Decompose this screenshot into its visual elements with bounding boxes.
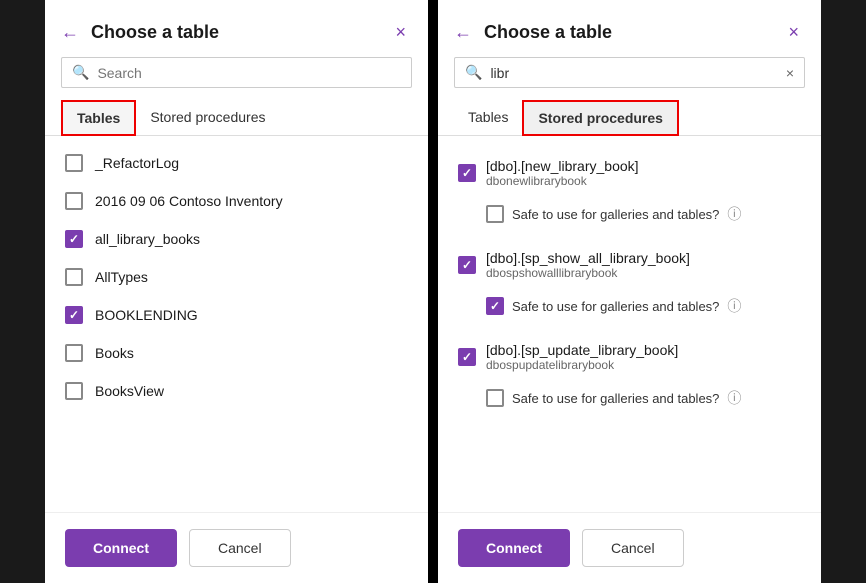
left-footer: Connect Cancel xyxy=(45,512,428,583)
item-label: _RefactorLog xyxy=(95,155,179,171)
search-icon-right: 🔍 xyxy=(465,64,482,81)
cancel-button-left[interactable]: Cancel xyxy=(189,529,291,567)
item-label: Books xyxy=(95,345,134,361)
checkbox-3[interactable] xyxy=(65,268,83,286)
sp-checkbox-0[interactable]: ✓ xyxy=(458,164,476,182)
info-icon-1[interactable]: ⓘ xyxy=(727,296,741,316)
sp-main-1[interactable]: ✓ [dbo].[sp_show_all_library_book] dbosp… xyxy=(458,244,801,286)
item-label: AllTypes xyxy=(95,269,148,285)
close-button-left[interactable]: × xyxy=(389,20,412,45)
right-items-list: ✓ [dbo].[new_library_book] dbonewlibrary… xyxy=(438,136,821,512)
right-footer: Connect Cancel xyxy=(438,512,821,583)
sp-sub-0: dbonewlibrarybook xyxy=(486,174,639,188)
list-item[interactable]: Books xyxy=(45,334,428,372)
checkmark: ✓ xyxy=(462,258,472,272)
sp-safe-checkbox-1[interactable]: ✓ xyxy=(486,297,504,315)
left-panel: ← Choose a table × 🔍 Tables Stored proce… xyxy=(45,0,428,583)
sp-item: ✓ [dbo].[new_library_book] dbonewlibrary… xyxy=(438,144,821,236)
sp-safe-checkbox-0[interactable] xyxy=(486,205,504,223)
sp-name-2: [dbo].[sp_update_library_book] xyxy=(486,342,678,358)
sp-item: ✓ [dbo].[sp_show_all_library_book] dbosp… xyxy=(438,236,821,328)
sp-safe-2: Safe to use for galleries and tables? ⓘ xyxy=(486,384,801,412)
sp-name-1: [dbo].[sp_show_all_library_book] xyxy=(486,250,690,266)
checkbox-0[interactable] xyxy=(65,154,83,172)
right-panel: ← Choose a table × 🔍 × Tables Stored pro… xyxy=(438,0,821,583)
checkbox-5[interactable] xyxy=(65,344,83,362)
right-search-box: 🔍 × xyxy=(454,57,805,88)
sp-checkbox-2[interactable]: ✓ xyxy=(458,348,476,366)
sp-safe-label-0: Safe to use for galleries and tables? xyxy=(512,207,719,222)
sp-item: ✓ [dbo].[sp_update_library_book] dbospup… xyxy=(438,328,821,420)
checkmark: ✓ xyxy=(462,166,472,180)
tab-stored-left[interactable]: Stored procedures xyxy=(136,100,279,136)
back-arrow-right[interactable]: ← xyxy=(454,22,472,43)
left-items-list: _RefactorLog 2016 09 06 Contoso Inventor… xyxy=(45,136,428,512)
info-icon-0[interactable]: ⓘ xyxy=(727,204,741,224)
close-button-right[interactable]: × xyxy=(782,20,805,45)
tab-stored-right[interactable]: Stored procedures xyxy=(522,100,678,136)
checkbox-1[interactable] xyxy=(65,192,83,210)
list-item[interactable]: _RefactorLog xyxy=(45,144,428,182)
checkmark: ✓ xyxy=(69,232,79,246)
left-panel-header: ← Choose a table × xyxy=(45,0,428,57)
left-panel-title: Choose a table xyxy=(91,22,381,43)
search-input-left[interactable] xyxy=(97,65,401,81)
item-label: BOOKLENDING xyxy=(95,307,198,323)
sp-checkbox-1[interactable]: ✓ xyxy=(458,256,476,274)
right-panel-header: ← Choose a table × xyxy=(438,0,821,57)
clear-search-button[interactable]: × xyxy=(786,65,794,81)
item-label: BooksView xyxy=(95,383,164,399)
info-icon-2[interactable]: ⓘ xyxy=(727,388,741,408)
search-icon-left: 🔍 xyxy=(72,64,89,81)
sp-safe-0: Safe to use for galleries and tables? ⓘ xyxy=(486,200,801,228)
tab-tables-left[interactable]: Tables xyxy=(61,100,136,136)
search-input-right[interactable] xyxy=(490,65,777,81)
connect-button-right[interactable]: Connect xyxy=(458,529,570,567)
checkmark: ✓ xyxy=(490,299,500,313)
checkbox-6[interactable] xyxy=(65,382,83,400)
back-arrow-left[interactable]: ← xyxy=(61,22,79,43)
sp-main-2[interactable]: ✓ [dbo].[sp_update_library_book] dbospup… xyxy=(458,336,801,378)
sp-sub-2: dbospupdatelibrarybook xyxy=(486,358,678,372)
sp-main-0[interactable]: ✓ [dbo].[new_library_book] dbonewlibrary… xyxy=(458,152,801,194)
left-search-box: 🔍 xyxy=(61,57,412,88)
list-item[interactable]: 2016 09 06 Contoso Inventory xyxy=(45,182,428,220)
sp-safe-checkbox-2[interactable] xyxy=(486,389,504,407)
sp-name-0: [dbo].[new_library_book] xyxy=(486,158,639,174)
item-label: all_library_books xyxy=(95,231,200,247)
sp-safe-1: ✓ Safe to use for galleries and tables? … xyxy=(486,292,801,320)
sp-safe-label-2: Safe to use for galleries and tables? xyxy=(512,391,719,406)
tab-tables-right[interactable]: Tables xyxy=(454,100,522,136)
checkbox-2[interactable]: ✓ xyxy=(65,230,83,248)
cancel-button-right[interactable]: Cancel xyxy=(582,529,684,567)
right-tabs: Tables Stored procedures xyxy=(438,100,821,136)
sp-safe-label-1: Safe to use for galleries and tables? xyxy=(512,299,719,314)
list-item[interactable]: BooksView xyxy=(45,372,428,410)
sp-sub-1: dbospshowalllibrarybook xyxy=(486,266,690,280)
list-item[interactable]: ✓ BOOKLENDING xyxy=(45,296,428,334)
item-label: 2016 09 06 Contoso Inventory xyxy=(95,193,283,209)
right-panel-title: Choose a table xyxy=(484,22,774,43)
connect-button-left[interactable]: Connect xyxy=(65,529,177,567)
list-item[interactable]: ✓ all_library_books xyxy=(45,220,428,258)
list-item[interactable]: AllTypes xyxy=(45,258,428,296)
checkmark: ✓ xyxy=(462,350,472,364)
checkbox-4[interactable]: ✓ xyxy=(65,306,83,324)
checkmark: ✓ xyxy=(69,308,79,322)
panels-divider xyxy=(428,0,438,583)
left-tabs: Tables Stored procedures xyxy=(45,100,428,136)
